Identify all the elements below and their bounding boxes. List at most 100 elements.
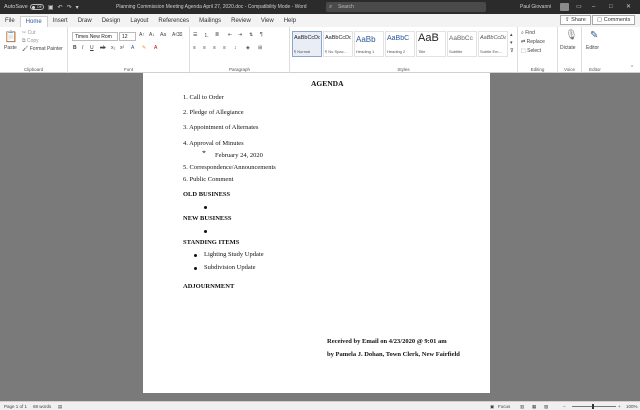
tab-review[interactable]: Review [226, 16, 256, 27]
strikethrough-icon[interactable]: ab [100, 45, 106, 51]
collapse-ribbon-icon[interactable]: ⌃ [630, 65, 634, 71]
search-input[interactable]: ⌕ Search [326, 2, 486, 12]
search-icon: ⌕ [329, 4, 333, 10]
decrease-indent-icon[interactable]: ⇤ [228, 32, 232, 38]
ribbon-tabs: File Home Insert Draw Design Layout Refe… [0, 14, 640, 27]
style-subtle-emphasis[interactable]: AaBbCcDa Subtle Em... [478, 31, 508, 57]
document-area[interactable]: AGENDA 1. Call to Order 2. Pledge of All… [0, 73, 640, 401]
style-title[interactable]: AaB Title [416, 31, 446, 57]
style-name: ¶ No Spac... [325, 49, 347, 54]
minimize-icon[interactable]: – [592, 0, 595, 14]
tab-help[interactable]: Help [279, 16, 301, 27]
zoom-slider-thumb[interactable] [592, 404, 594, 409]
maximize-icon[interactable]: □ [609, 0, 613, 14]
text-effects-icon[interactable]: A [131, 45, 134, 51]
grow-font-icon[interactable]: A↑ [139, 32, 145, 38]
align-center-icon[interactable]: ≡ [203, 45, 206, 51]
autosave-toggle[interactable]: Off [29, 4, 44, 10]
undo-icon[interactable]: ↶ [58, 4, 63, 11]
style-sample: AaBbCc [449, 35, 473, 42]
styles-more-icon[interactable]: ⊽ [510, 48, 514, 54]
print-layout-icon[interactable]: ▦ [532, 402, 536, 410]
highlight-icon[interactable]: ✎ [142, 45, 146, 51]
select-button[interactable]: ⬚ Select [521, 48, 541, 54]
zoom-slider[interactable] [572, 406, 616, 407]
mouse-cursor-icon: ⌖ [202, 149, 206, 156]
bullets-icon[interactable]: ☰ [193, 32, 197, 38]
focus-icon[interactable]: ▣ [490, 402, 494, 410]
search-placeholder: Search [338, 4, 354, 10]
style-subtitle[interactable]: AaBbCc Subtitle [447, 31, 477, 57]
font-color-icon[interactable]: A [154, 45, 157, 51]
dictate-button[interactable]: Dictate [560, 45, 576, 51]
superscript-icon[interactable]: x² [120, 45, 124, 51]
share-button[interactable]: ⇪ Share [560, 15, 591, 25]
shrink-font-icon[interactable]: A↓ [149, 32, 155, 38]
focus-button[interactable]: Focus [498, 402, 510, 410]
tab-draw[interactable]: Draw [73, 16, 97, 27]
autosave[interactable]: AutoSave Off [4, 4, 44, 10]
style-heading-2[interactable]: AaBbC Heading 2 [385, 31, 415, 57]
ribbon-display-icon[interactable]: ▭ [576, 0, 582, 14]
multilevel-list-icon[interactable]: ≣ [215, 32, 219, 38]
zoom-out-icon[interactable]: – [563, 402, 566, 410]
editor-button[interactable]: Editor [586, 45, 599, 51]
tab-design[interactable]: Design [97, 16, 126, 27]
close-icon[interactable]: ✕ [626, 0, 631, 14]
cut-button[interactable]: ✂ Cut [22, 30, 35, 36]
paste-button[interactable]: Paste [4, 45, 17, 51]
numbering-icon[interactable]: ⒈ [204, 32, 209, 39]
styles-scroll-up-icon[interactable]: ▴ [510, 32, 513, 38]
style-normal[interactable]: AaBbCcDd ¶ Normal [292, 31, 322, 57]
tab-home[interactable]: Home [19, 16, 48, 27]
word-count[interactable]: 68 words [33, 402, 51, 410]
show-formatting-icon[interactable]: ¶ [260, 32, 263, 38]
save-icon[interactable]: ▣ [48, 4, 54, 11]
font-size-select[interactable]: 12 [119, 32, 136, 41]
copy-button[interactable]: ⧉ Copy [22, 38, 39, 44]
style-heading-1[interactable]: AaBb Heading 1 [354, 31, 384, 57]
align-right-icon[interactable]: ≡ [213, 45, 216, 51]
editor-icon[interactable]: ✎ [590, 30, 598, 41]
font-group: Times New Rom 12 A↑ A↓ Aa A⌫ B I U ab x₂… [68, 27, 190, 73]
justify-icon[interactable]: ≡ [223, 45, 226, 51]
user-name[interactable]: Paul Giovanni [520, 0, 551, 14]
microphone-icon[interactable]: 🎙 [565, 30, 578, 41]
shading-icon[interactable]: ◈ [246, 45, 250, 51]
format-painter-button[interactable]: 🖌 Format Painter [22, 46, 63, 52]
clear-formatting-icon[interactable]: A⌫ [172, 32, 182, 38]
bold-icon[interactable]: B [73, 45, 77, 51]
redo-icon[interactable]: ↷ [67, 4, 72, 11]
document-page[interactable]: AGENDA 1. Call to Order 2. Pledge of All… [143, 73, 490, 393]
borders-icon[interactable]: ⊞ [258, 45, 262, 51]
line-spacing-icon[interactable]: ↕ [234, 45, 237, 51]
tab-mailings[interactable]: Mailings [194, 16, 226, 27]
page-count[interactable]: Page 1 of 1 [4, 402, 27, 410]
increase-indent-icon[interactable]: ⇥ [238, 32, 242, 38]
read-mode-icon[interactable]: ▥ [520, 402, 524, 410]
italic-icon[interactable]: I [82, 45, 83, 51]
sort-icon[interactable]: ⇅ [249, 32, 253, 38]
tab-layout[interactable]: Layout [125, 16, 153, 27]
find-button[interactable]: ⌕ Find [521, 30, 535, 36]
subscript-icon[interactable]: x₂ [111, 45, 115, 51]
tab-view[interactable]: View [256, 16, 279, 27]
change-case-icon[interactable]: Aa [160, 32, 166, 38]
font-name-select[interactable]: Times New Rom [72, 32, 118, 41]
styles-scroll-down-icon[interactable]: ▾ [510, 40, 513, 46]
underline-icon[interactable]: U [90, 45, 94, 51]
proofing-icon[interactable]: ▤ [58, 402, 62, 410]
replace-button[interactable]: ⇄ Replace [521, 39, 545, 45]
web-layout-icon[interactable]: ▧ [544, 402, 548, 410]
zoom-in-icon[interactable]: + [618, 402, 621, 410]
zoom-level[interactable]: 100% [626, 402, 638, 410]
customize-toolbar-icon[interactable]: ▾ [76, 4, 79, 11]
tab-references[interactable]: References [153, 16, 194, 27]
align-left-icon[interactable]: ≡ [193, 45, 196, 51]
avatar[interactable] [560, 3, 569, 11]
paste-icon[interactable]: 📋 [4, 30, 18, 43]
comments-button[interactable]: ▢ Comments [592, 15, 636, 25]
tab-insert[interactable]: Insert [48, 16, 73, 27]
style-no-spacing[interactable]: AaBbCcDd ¶ No Spac... [323, 31, 353, 57]
tab-file[interactable]: File [0, 16, 20, 27]
